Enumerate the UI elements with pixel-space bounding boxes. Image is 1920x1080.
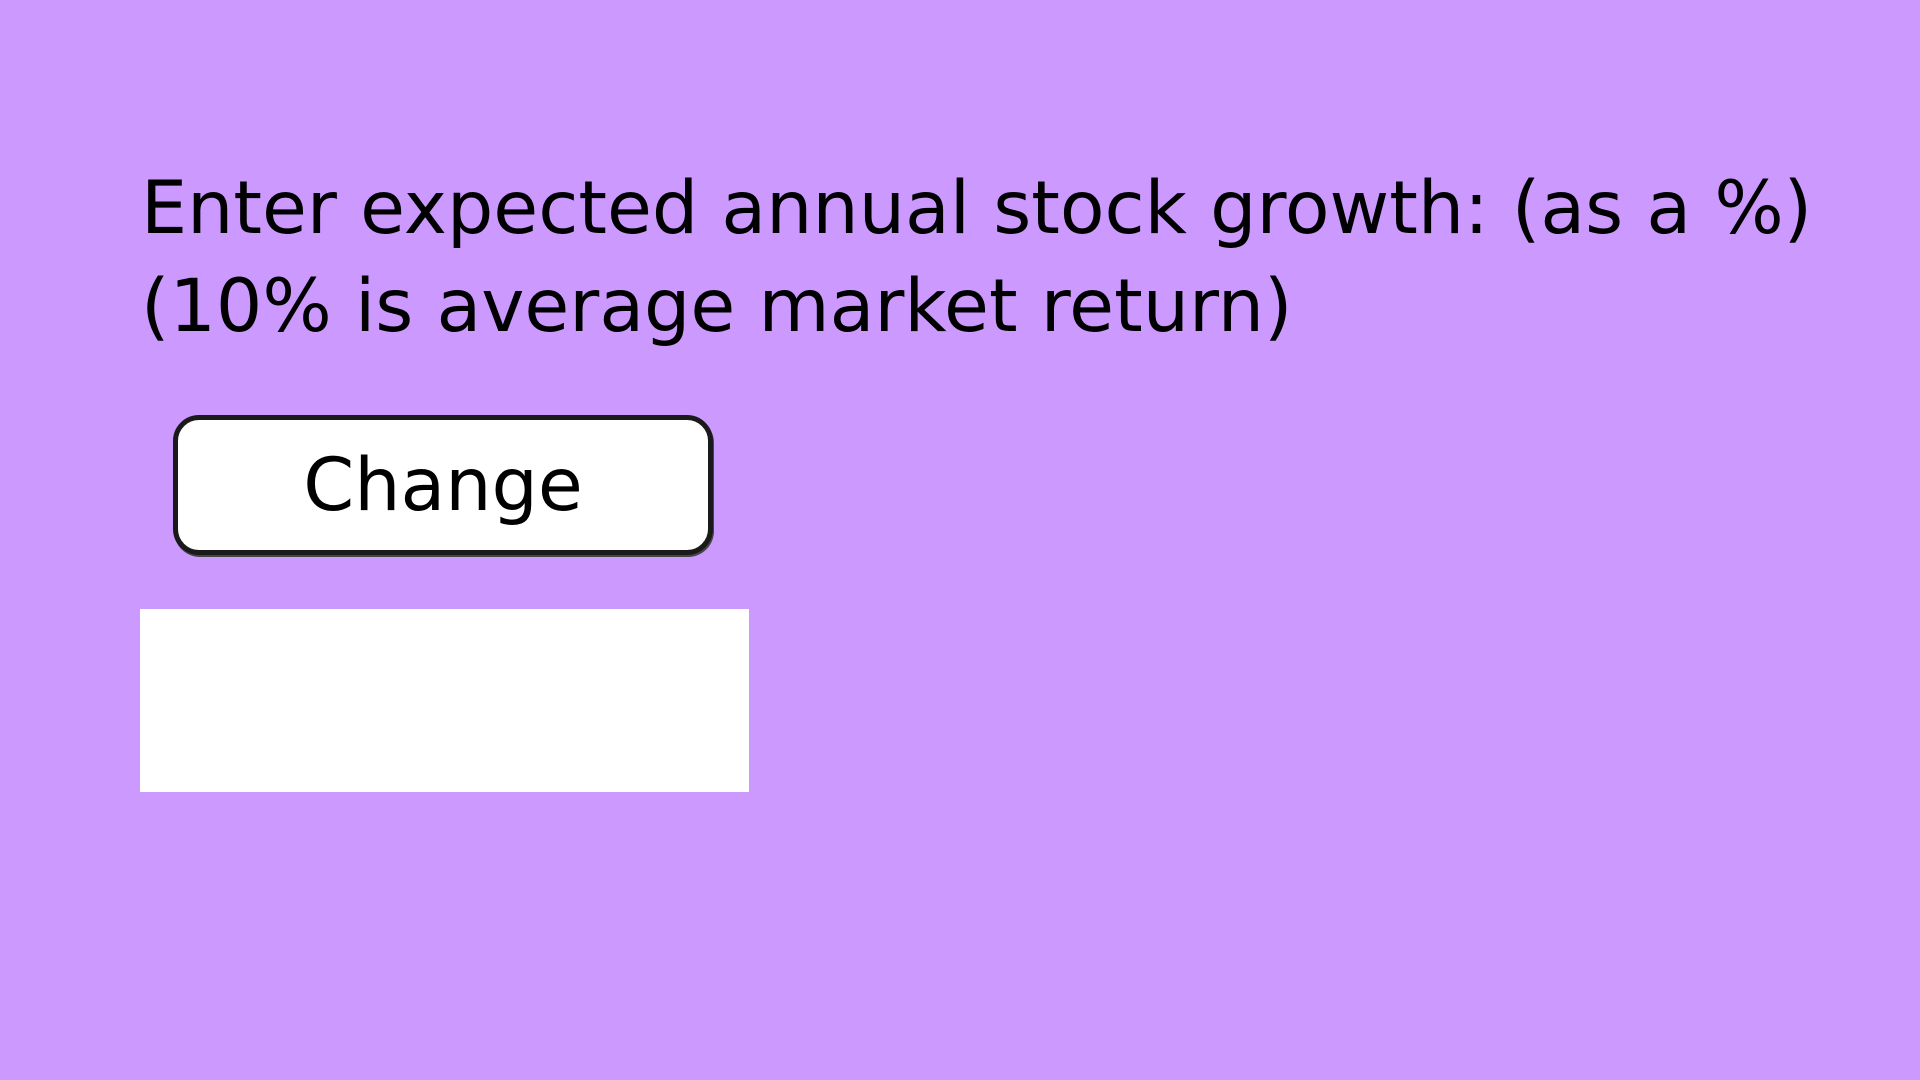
app-canvas: Enter expected annual stock growth: (as … bbox=[0, 0, 1920, 1080]
growth-prompt: Enter expected annual stock growth: (as … bbox=[141, 160, 1901, 356]
change-button[interactable]: Change bbox=[173, 415, 713, 555]
growth-rate-input[interactable] bbox=[140, 609, 749, 792]
prompt-line-2: (10% is average market return) bbox=[141, 264, 1293, 349]
prompt-line-1: Enter expected annual stock growth: (as … bbox=[141, 166, 1813, 251]
